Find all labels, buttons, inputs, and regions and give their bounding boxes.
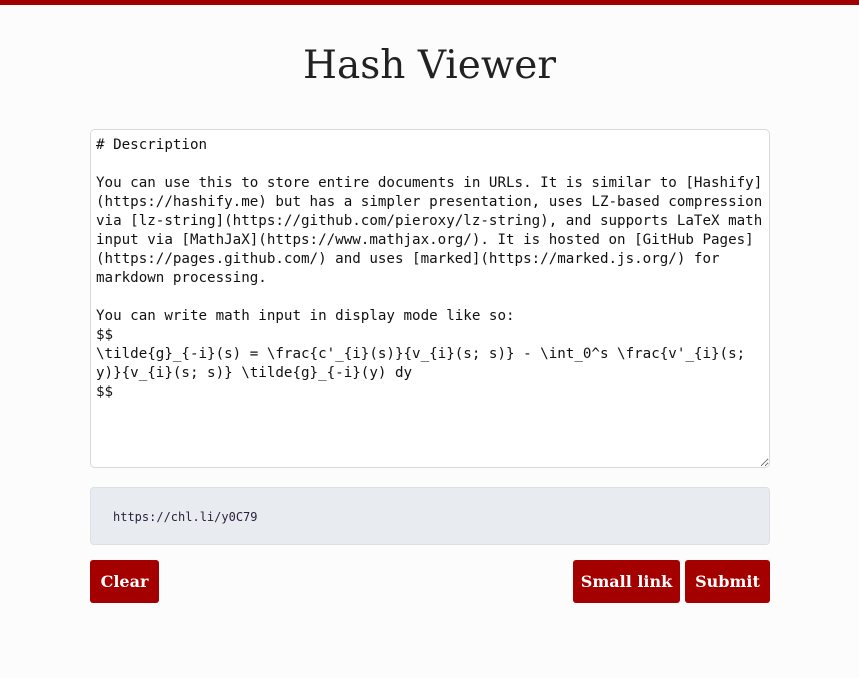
page-title: Hash Viewer [303, 43, 556, 88]
clear-button[interactable]: Clear [90, 560, 159, 603]
small-link-button[interactable]: Small link [573, 560, 680, 603]
short-link-box: https://chl.li/y0C79 [90, 487, 770, 545]
top-accent-bar [0, 0, 859, 5]
submit-button[interactable]: Submit [685, 560, 770, 603]
markdown-editor[interactable]: # Description You can use this to store … [90, 129, 770, 468]
short-link-url[interactable]: https://chl.li/y0C79 [113, 510, 258, 524]
